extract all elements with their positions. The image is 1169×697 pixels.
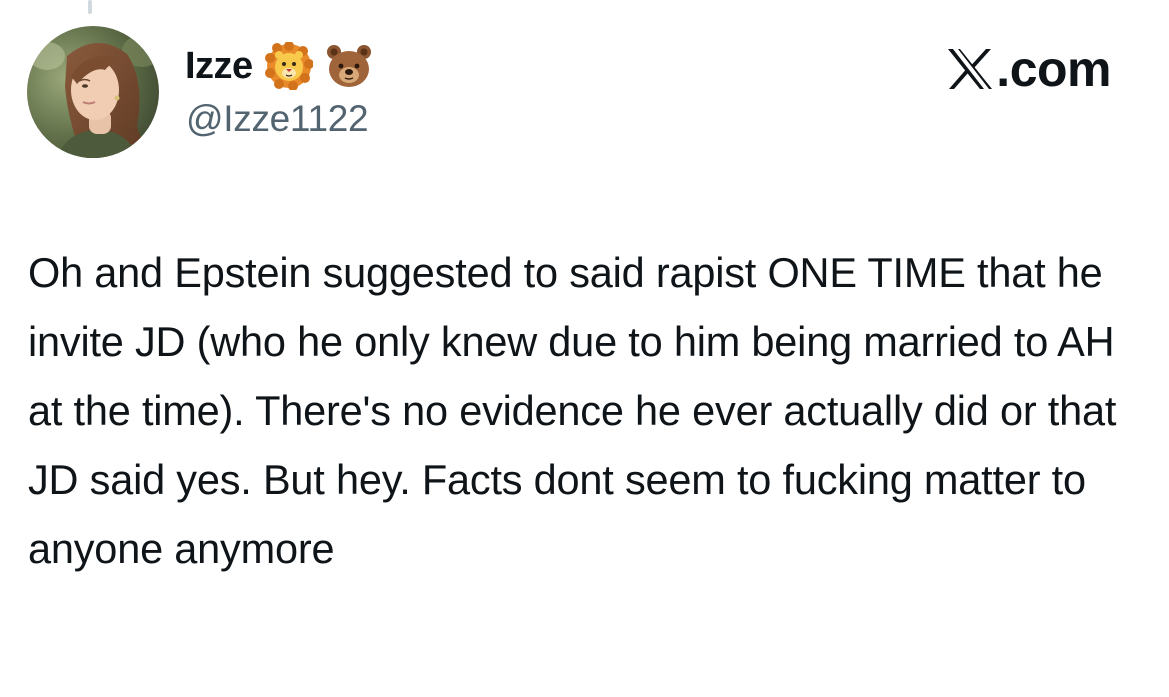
avatar-photo [27, 26, 159, 158]
author-display-name[interactable]: Izze [185, 45, 253, 88]
source-domain-label: .com [996, 41, 1111, 97]
bear-face-emoji-icon [325, 42, 373, 90]
tweet-body-text: Oh and Epstein suggested to said rapist … [28, 249, 1117, 572]
author-handle[interactable]: @Izze1122 [186, 98, 369, 140]
lion-face-emoji-icon [264, 42, 313, 90]
source-watermark: .com [946, 40, 1111, 98]
author-name-row: Izze [185, 42, 373, 90]
avatar[interactable] [27, 26, 159, 158]
thread-connector-line [88, 0, 92, 14]
x-logo-icon [946, 47, 994, 91]
